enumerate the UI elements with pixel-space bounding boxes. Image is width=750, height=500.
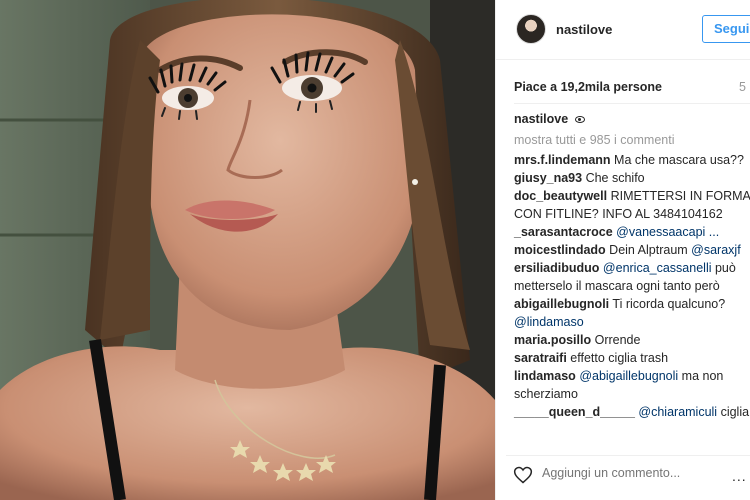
- comment-item: moicestlindado Dein Alptraum @saraxjf: [514, 241, 750, 259]
- comments-section: nastilove mostra tutti e 985 i commenti …: [514, 110, 750, 421]
- comment-item: ersiliadibuduo @enrica_cassanelli può me…: [514, 259, 750, 295]
- comment-list: mrs.f.lindemann Ma che mascara usa?? gius…: [514, 151, 750, 421]
- comment-username[interactable]: _____queen_d_____: [514, 405, 635, 419]
- comment-text: Dein Alptraum: [609, 243, 692, 257]
- caption: nastilove: [514, 110, 750, 128]
- comment-mention-link[interactable]: @chiaramiculi: [638, 405, 717, 419]
- post-photo[interactable]: [0, 0, 495, 500]
- comment-text: Che schifo: [585, 171, 645, 185]
- more-options-icon[interactable]: ...: [732, 468, 747, 484]
- comment-item: _sarasantacroce @vanessaacapi ...: [514, 223, 750, 241]
- comment-item: doc_beautywell RIMETTERSI IN FORMA CON F…: [514, 187, 750, 223]
- comment-username[interactable]: saratraifi: [514, 351, 567, 365]
- post-sidebar: nastilove Segui Piace a 19,2mila persone…: [495, 0, 750, 500]
- follow-button[interactable]: Segui: [702, 15, 750, 43]
- comment-username[interactable]: abigaillebugnoli: [514, 297, 609, 311]
- comment-username[interactable]: mrs.f.lindemann: [514, 153, 611, 167]
- selfie-illustration: [0, 0, 495, 500]
- comment-text: Ma che mascara usa??: [614, 153, 744, 167]
- comment-composer: ...: [506, 455, 750, 491]
- comment-text: ciglia: [717, 405, 750, 419]
- comment-mention-link[interactable]: @enrica_cassanelli: [603, 261, 712, 275]
- view-all-comments-link[interactable]: mostra tutti e 985 i commenti: [514, 133, 750, 147]
- caption-username[interactable]: nastilove: [514, 112, 568, 126]
- comment-item: maria.posillo Orrende: [514, 331, 750, 349]
- post-header: nastilove Segui: [496, 0, 750, 60]
- comment-mention-link[interactable]: @vanessaacapi ...: [616, 225, 719, 239]
- comment-username[interactable]: moicestlindado: [514, 243, 606, 257]
- comment-username[interactable]: maria.posillo: [514, 333, 591, 347]
- comment-username[interactable]: doc_beautywell: [514, 189, 607, 203]
- comment-text: effetto ciglia trash: [570, 351, 669, 365]
- comment-text: Ti ricorda qualcuno?: [612, 297, 726, 311]
- comment-mention-link[interactable]: @abigaillebugnoli: [579, 369, 678, 383]
- comment-mention-link[interactable]: @lindamaso: [514, 315, 584, 329]
- comment-item: _____queen_d_____ @chiaramiculi ciglia: [514, 403, 750, 421]
- avatar[interactable]: [516, 14, 546, 44]
- eye-icon: [574, 116, 585, 123]
- likes-row: Piace a 19,2mila persone 5: [514, 80, 750, 94]
- comment-item: giusy_na93 Che schifo: [514, 169, 750, 187]
- post-age: 5: [739, 80, 746, 94]
- comment-item: lindamaso @abigaillebugnoli ma non scher…: [514, 367, 750, 403]
- add-comment-input[interactable]: [542, 466, 692, 480]
- comment-username[interactable]: giusy_na93: [514, 171, 582, 185]
- comment-mention-link[interactable]: @saraxjf: [691, 243, 741, 257]
- heart-outline-icon[interactable]: [513, 465, 533, 485]
- comment-username[interactable]: ersiliadibuduo: [514, 261, 599, 275]
- divider: [514, 103, 750, 104]
- comment-username[interactable]: lindamaso: [514, 369, 576, 383]
- comment-username[interactable]: _sarasantacroce: [514, 225, 613, 239]
- comment-item: mrs.f.lindemann Ma che mascara usa??: [514, 151, 750, 169]
- comment-item: abigaillebugnoli Ti ricorda qualcuno? @l…: [514, 295, 750, 331]
- likes-count[interactable]: Piace a 19,2mila persone: [514, 80, 662, 94]
- comment-item: saratraifi effetto ciglia trash: [514, 349, 750, 367]
- header-username[interactable]: nastilove: [556, 22, 612, 37]
- comment-text: Orrende: [594, 333, 641, 347]
